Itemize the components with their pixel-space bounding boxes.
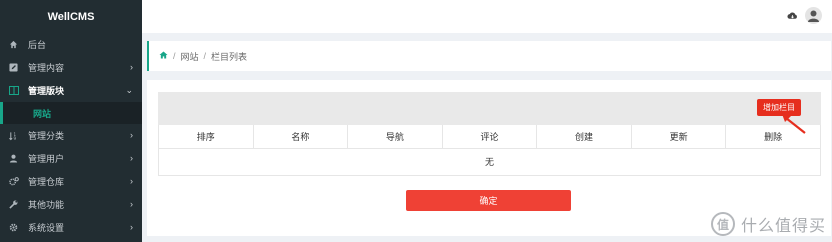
home-icon[interactable] bbox=[159, 51, 168, 61]
sidebar-item-label: 管理用户 bbox=[28, 154, 65, 164]
sidebar-item-users[interactable]: 管理用户 › bbox=[0, 147, 142, 170]
table-row: 无 bbox=[158, 147, 821, 176]
watermark-text: 什么值得买 bbox=[740, 216, 826, 235]
chevron-right-icon: › bbox=[130, 62, 133, 72]
sidebar-item-other[interactable]: 其他功能 › bbox=[0, 193, 142, 216]
sidebar-item-dashboard[interactable]: 后台 bbox=[0, 33, 142, 56]
user-icon bbox=[8, 153, 19, 164]
sidebar: WellCMS 后台 管理内容 › 管理版块 ⌄ 网站 19 管理分类 › 管理… bbox=[0, 0, 142, 242]
sidebar-subitem-website[interactable]: 网站 bbox=[0, 102, 142, 124]
empty-state-text: 无 bbox=[158, 147, 821, 176]
column-header-update: 更新 bbox=[630, 125, 727, 149]
sidebar-item-label: 管理仓库 bbox=[28, 177, 65, 187]
dashboard-icon bbox=[8, 39, 19, 50]
edit-icon bbox=[8, 62, 19, 73]
table-toolbar: 增加栏目 bbox=[158, 92, 821, 125]
watermark-badge: 值 bbox=[710, 212, 735, 236]
chevron-right-icon: › bbox=[130, 130, 133, 140]
sidebar-item-label: 后台 bbox=[28, 40, 47, 50]
chevron-right-icon: › bbox=[130, 222, 133, 232]
sidebar-item-repository[interactable]: 管理仓库 › bbox=[0, 170, 142, 193]
topbar bbox=[142, 0, 832, 33]
chevron-right-icon: › bbox=[130, 153, 133, 163]
column-header-delete: 删除 bbox=[725, 125, 821, 149]
column-header-nav: 导航 bbox=[347, 125, 443, 149]
cloud-download-icon[interactable] bbox=[787, 11, 798, 21]
wrench-icon bbox=[8, 199, 19, 210]
sidebar-item-sections[interactable]: 管理版块 ⌄ bbox=[0, 79, 142, 102]
avatar[interactable] bbox=[805, 7, 822, 24]
sidebar-item-categories[interactable]: 19 管理分类 › bbox=[0, 124, 142, 147]
breadcrumb-item-website[interactable]: 网站 bbox=[181, 50, 199, 63]
sidebar-item-label: 其他功能 bbox=[28, 200, 65, 210]
cogs-icon bbox=[8, 176, 19, 187]
sort-icon: 19 bbox=[8, 130, 19, 141]
breadcrumb-separator: / bbox=[203, 51, 207, 61]
breadcrumb-separator: / bbox=[173, 51, 176, 61]
sidebar-item-label: 管理分类 bbox=[28, 131, 65, 141]
column-header-name: 名称 bbox=[252, 125, 349, 149]
brand-logo[interactable]: WellCMS bbox=[0, 0, 142, 33]
sidebar-item-content[interactable]: 管理内容 › bbox=[0, 56, 142, 79]
breadcrumb-item-column-list: 栏目列表 bbox=[211, 51, 248, 62]
sidebar-item-settings[interactable]: 系统设置 › bbox=[0, 216, 142, 239]
gear-icon bbox=[8, 222, 19, 233]
column-table: 排序 名称 导航 评论 创建 更新 删除 无 bbox=[158, 125, 821, 176]
confirm-button[interactable]: 确定 bbox=[406, 190, 571, 211]
watermark: 值 什么值得买 bbox=[710, 212, 826, 236]
breadcrumb: / 网站 / 栏目列表 bbox=[147, 41, 831, 71]
sidebar-subitem-label: 网站 bbox=[33, 108, 52, 119]
chevron-right-icon: › bbox=[130, 176, 133, 186]
columns-icon bbox=[8, 85, 19, 96]
column-header-create: 创建 bbox=[536, 125, 632, 149]
sidebar-item-label: 管理内容 bbox=[28, 63, 65, 73]
sidebar-item-label: 管理版块 bbox=[28, 86, 65, 96]
column-header-sort: 排序 bbox=[158, 125, 254, 149]
column-header-comment: 评论 bbox=[441, 125, 538, 149]
table-header-row: 排序 名称 导航 评论 创建 更新 删除 bbox=[158, 125, 821, 149]
sidebar-menu: 后台 管理内容 › 管理版块 ⌄ 网站 19 管理分类 › 管理用户 › 管理仓… bbox=[0, 33, 142, 239]
chevron-down-icon: ⌄ bbox=[125, 85, 133, 95]
svg-text:9: 9 bbox=[14, 136, 17, 141]
sidebar-item-label: 系统设置 bbox=[28, 223, 65, 233]
chevron-right-icon: › bbox=[130, 199, 133, 209]
